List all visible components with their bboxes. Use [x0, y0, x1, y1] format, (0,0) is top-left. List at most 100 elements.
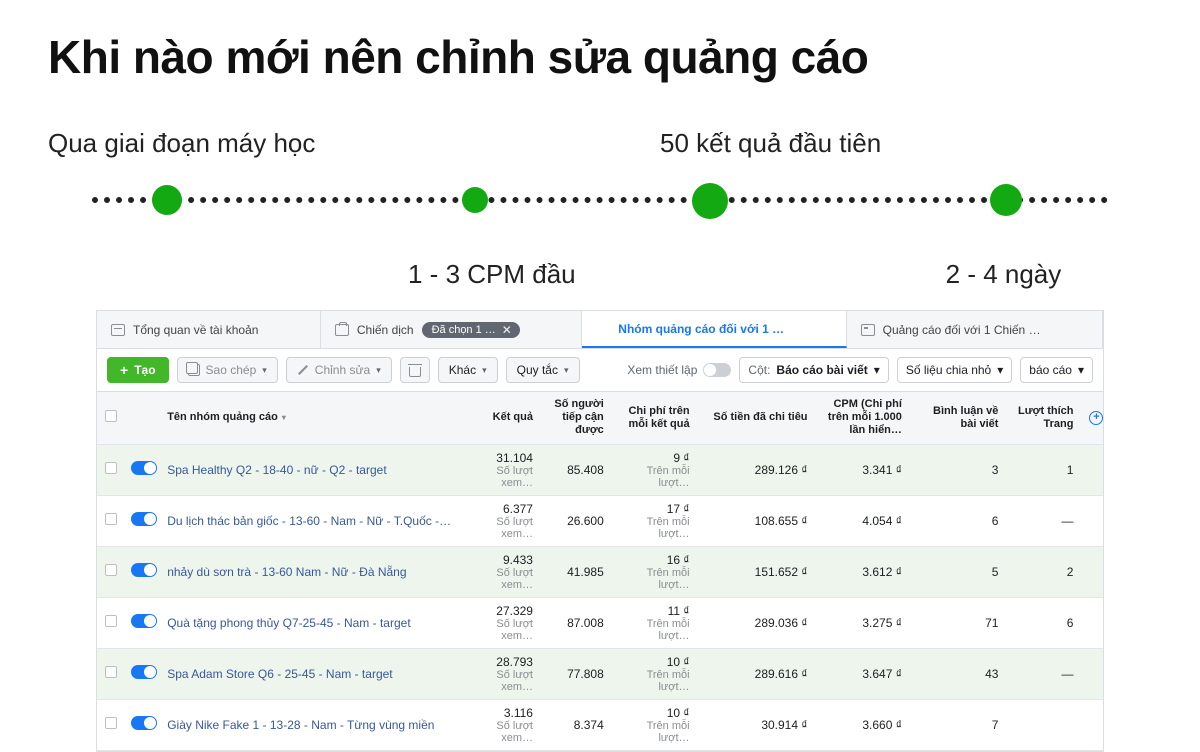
selected-pill[interactable]: Đã chọn 1 … ✕: [422, 322, 520, 338]
breakdown-select[interactable]: Số liệu chia nhỏ ▾: [897, 357, 1012, 383]
close-icon[interactable]: ✕: [502, 324, 512, 336]
more-label: Khác: [449, 363, 476, 377]
header-checkbox[interactable]: [97, 392, 123, 444]
cell-cpm: 3.660 ₫: [816, 699, 910, 750]
page-title: Khi nào mới nên chỉnh sửa quảng cáo: [48, 30, 1152, 84]
copy-button[interactable]: Sao chép ▾: [177, 357, 278, 383]
more-button[interactable]: Khác ▾: [438, 357, 498, 383]
table-row: nhảy dù sơn trà - 13-60 Nam - Nữ - Đà Nẵ…: [97, 546, 1103, 597]
cell-empty: [1081, 648, 1103, 699]
edit-button[interactable]: Chỉnh sửa ▾: [286, 357, 392, 383]
rules-label: Quy tắc: [517, 363, 558, 377]
row-toggle[interactable]: [123, 444, 159, 495]
col-name[interactable]: Tên nhóm quảng cáo▾: [159, 392, 459, 444]
columns-select[interactable]: Cột: Báo cáo bài viết ▾: [739, 357, 888, 383]
col-comments[interactable]: Bình luận về bài viết: [910, 392, 1007, 444]
row-checkbox[interactable]: [97, 597, 123, 648]
tab-label: Tổng quan về tài khoản: [133, 323, 258, 337]
row-toggle[interactable]: [123, 546, 159, 597]
row-toggle[interactable]: [123, 648, 159, 699]
row-checkbox[interactable]: [97, 546, 123, 597]
cell-spend: 289.036 ₫: [698, 597, 816, 648]
row-toggle[interactable]: [123, 597, 159, 648]
cell-empty: [1081, 597, 1103, 648]
tab-label: Chiến dịch: [357, 323, 414, 337]
tabs: Tổng quan về tài khoản Chiến dịch Đã chọ…: [97, 310, 1103, 348]
col-cpm[interactable]: CPM (Chi phí trên mỗi 1.000 lần hiển…: [816, 392, 910, 444]
adset-name-link[interactable]: Spa Adam Store Q6 - 25-45 - Nam - target: [167, 667, 451, 681]
delete-button[interactable]: [400, 357, 430, 383]
checkbox-icon: [105, 615, 117, 627]
cell-sub: Số lượt xem…: [467, 669, 533, 693]
checkbox-icon: [105, 513, 117, 525]
cell-empty: [1081, 699, 1103, 750]
table-header-row: Tên nhóm quảng cáo▾ Kết quả Số người tiế…: [97, 392, 1103, 444]
adset-name-link[interactable]: Du lịch thác bản giốc - 13-60 - Nam - Nữ…: [167, 514, 451, 528]
col-page-likes[interactable]: Lượt thích Trang: [1006, 392, 1081, 444]
edit-label: Chỉnh sửa: [315, 363, 370, 377]
cell-comments: 43: [910, 648, 1007, 699]
columns-prefix: Cột:: [748, 363, 770, 377]
timeline-node-2: [462, 187, 488, 213]
adset-name-link[interactable]: Giày Nike Fake 1 - 13-28 - Nam - Từng vù…: [167, 718, 451, 732]
view-setup-label: Xem thiết lập: [627, 363, 697, 377]
timeline-node-1: [152, 185, 182, 215]
cell-reach: 41.985: [541, 546, 612, 597]
cell-spend: 151.652 ₫: [698, 546, 816, 597]
adset-name-link[interactable]: nhảy dù sơn trà - 13-60 Nam - Nữ - Đà Nẵ…: [167, 565, 451, 579]
cell-comments: 3: [910, 444, 1007, 495]
switch-on-icon: [131, 614, 157, 628]
cell-cpm: 3.612 ₫: [816, 546, 910, 597]
col-name-label: Tên nhóm quảng cáo: [167, 411, 278, 423]
view-setup-toggle[interactable]: Xem thiết lập: [627, 363, 731, 377]
tab-ads[interactable]: Quảng cáo đối với 1 Chiến …: [847, 311, 1103, 348]
row-toggle[interactable]: [123, 495, 159, 546]
col-cost-per-result[interactable]: Chi phí trên mỗi kết quả: [612, 392, 698, 444]
cell-cpr: 11 ₫Trên mỗi lượt…: [612, 597, 698, 648]
col-results[interactable]: Kết quả: [459, 392, 541, 444]
ad-icon: [861, 324, 875, 336]
cell-likes: 1: [1006, 444, 1081, 495]
row-checkbox[interactable]: [97, 444, 123, 495]
cell-spend: 108.655 ₫: [698, 495, 816, 546]
header-toggle: [123, 392, 159, 444]
col-reach[interactable]: Số người tiếp cận được: [541, 392, 612, 444]
cell-sub: Số lượt xem…: [467, 516, 533, 540]
cell-likes: 6: [1006, 597, 1081, 648]
tab-campaigns[interactable]: Chiến dịch Đã chọn 1 … ✕: [321, 311, 582, 348]
cell-results: 31.104Số lượt xem…: [459, 444, 541, 495]
adset-name-link[interactable]: Spa Healthy Q2 - 18-40 - nữ - Q2 - targe…: [167, 463, 451, 477]
cell-sub: Trên mỗi lượt…: [620, 567, 690, 591]
cell-sub: Trên mỗi lượt…: [620, 720, 690, 744]
row-checkbox[interactable]: [97, 699, 123, 750]
chevron-down-icon: ▾: [262, 365, 267, 376]
cell-comments: 6: [910, 495, 1007, 546]
chevron-down-icon: ▾: [997, 363, 1003, 377]
rules-button[interactable]: Quy tắc ▾: [506, 357, 580, 383]
grid-icon: [596, 323, 610, 335]
switch-on-icon: [131, 665, 157, 679]
checkbox-icon: [105, 717, 117, 729]
row-toggle[interactable]: [123, 699, 159, 750]
row-checkbox[interactable]: [97, 495, 123, 546]
adset-name-link[interactable]: Quà tặng phong thủy Q7-25-45 - Nam - tar…: [167, 616, 451, 630]
tab-label: Quảng cáo đối với 1 Chiến …: [883, 323, 1041, 337]
timeline-label-50-results: 50 kết quả đầu tiên: [600, 128, 1152, 159]
timeline-label-cpm: 1 - 3 CPM đầu: [408, 259, 576, 290]
cell-empty: [1081, 495, 1103, 546]
add-column-button[interactable]: +: [1081, 392, 1103, 444]
col-amount-spent[interactable]: Số tiền đã chi tiêu: [698, 392, 816, 444]
row-checkbox[interactable]: [97, 648, 123, 699]
create-label: Tạo: [134, 363, 155, 377]
tab-account-overview[interactable]: Tổng quan về tài khoản: [97, 311, 321, 348]
ads-manager-panel: Tổng quan về tài khoản Chiến dịch Đã chọ…: [96, 310, 1104, 752]
cell-sub: Trên mỗi lượt…: [620, 465, 690, 489]
adsets-table: Tên nhóm quảng cáo▾ Kết quả Số người tiế…: [97, 392, 1103, 751]
cell-results: 9.433Số lượt xem…: [459, 546, 541, 597]
tab-adsets[interactable]: Nhóm quảng cáo đối với 1 …: [582, 311, 846, 348]
chevron-down-icon: ▾: [376, 365, 381, 376]
report-select[interactable]: báo cáo ▾: [1020, 357, 1093, 383]
cell-cpm: 3.647 ₫: [816, 648, 910, 699]
create-button[interactable]: + Tạo: [107, 357, 169, 383]
copy-label: Sao chép: [206, 363, 257, 377]
